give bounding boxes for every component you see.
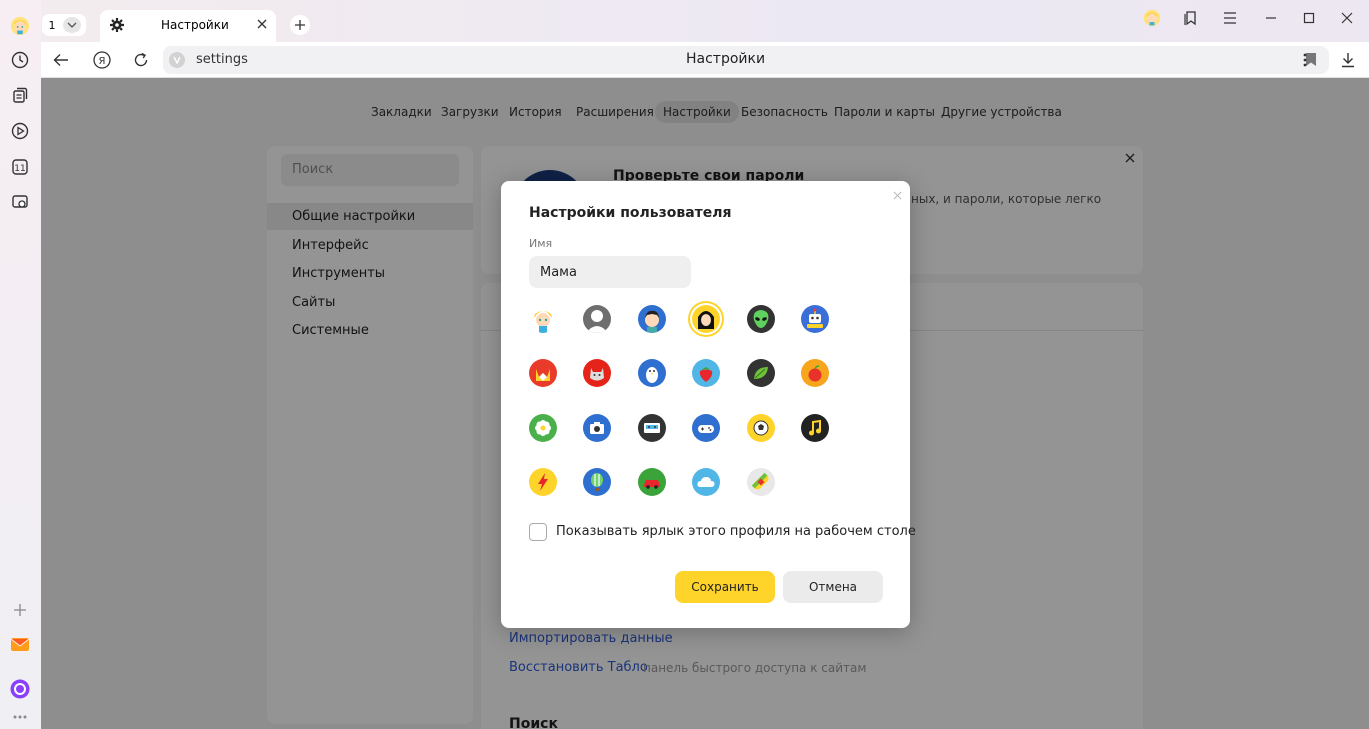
desktop-shortcut-checkbox[interactable] — [529, 523, 547, 541]
menu-icon[interactable] — [1220, 8, 1240, 28]
profile-avatar-icon[interactable] — [10, 16, 30, 36]
alice-assistant-icon[interactable] — [10, 679, 30, 699]
yandex-home-button[interactable]: Я — [92, 50, 112, 70]
history-icon[interactable] — [10, 50, 30, 70]
soccer-ball-avatar[interactable] — [747, 414, 775, 442]
music-note-avatar[interactable] — [801, 414, 829, 442]
close-window-icon[interactable] — [1337, 8, 1357, 28]
penguin-avatar[interactable] — [638, 359, 666, 387]
arrow-left-icon — [53, 54, 68, 66]
woman-avatar[interactable] — [692, 305, 720, 333]
robot-avatar[interactable] — [801, 305, 829, 333]
balloon-avatar[interactable] — [583, 468, 611, 496]
car-avatar[interactable] — [638, 468, 666, 496]
girl-avatar[interactable] — [529, 305, 557, 333]
cat-avatar[interactable] — [583, 359, 611, 387]
tab-settings[interactable]: Настройки — [100, 10, 276, 42]
alien-avatar[interactable] — [747, 305, 775, 333]
browser-sidebar: 11 — [0, 0, 41, 729]
yandex-logo-icon: Я — [93, 51, 111, 69]
close-dialog-icon[interactable] — [893, 189, 902, 204]
profile-icon[interactable] — [1142, 8, 1162, 28]
tab-title: Настройки — [161, 18, 229, 32]
url-text: settings — [196, 52, 248, 67]
svg-text:Я: Я — [99, 56, 106, 67]
name-label: Имя — [529, 237, 553, 250]
fox-avatar[interactable] — [529, 359, 557, 387]
more-dots-icon[interactable] — [10, 707, 30, 727]
cassette-avatar[interactable] — [638, 414, 666, 442]
calendar-icon[interactable]: 11 — [10, 157, 30, 177]
lightning-avatar[interactable] — [529, 468, 557, 496]
bandage-avatar[interactable] — [747, 468, 775, 496]
svg-text:11: 11 — [14, 164, 25, 174]
maximize-icon[interactable] — [1299, 8, 1319, 28]
site-shield-icon[interactable] — [169, 52, 185, 68]
tab-counter[interactable]: 1 — [42, 14, 86, 36]
video-play-icon[interactable] — [10, 121, 30, 141]
cancel-button[interactable]: Отмена — [783, 571, 883, 603]
address-bar[interactable]: settings Настройки — [163, 46, 1329, 74]
back-button[interactable] — [51, 50, 71, 70]
new-tab-button[interactable] — [290, 15, 310, 35]
add-panel-icon[interactable] — [10, 600, 30, 620]
save-button[interactable]: Сохранить — [675, 571, 775, 603]
screenshot-icon[interactable] — [10, 192, 30, 212]
dialog-title: Настройки пользователя — [529, 205, 732, 221]
address-bar-row: Я settings Настройки — [41, 42, 1369, 78]
cloud-avatar[interactable] — [692, 468, 720, 496]
minimize-icon[interactable] — [1261, 8, 1281, 28]
desktop-shortcut-label[interactable]: Показывать ярлык этого профиля на рабоче… — [556, 524, 916, 539]
flower-avatar[interactable] — [529, 414, 557, 442]
strawberry-avatar[interactable] — [692, 359, 720, 387]
close-tab-icon[interactable] — [256, 18, 268, 34]
collections-icon[interactable] — [10, 85, 30, 105]
reload-icon — [134, 52, 148, 67]
mail-icon[interactable] — [10, 634, 30, 654]
bookmarks-panel-icon[interactable] — [1181, 8, 1201, 28]
tab-strip: 1 Настройки — [41, 0, 1369, 42]
more-vertical-icon[interactable] — [1295, 50, 1315, 70]
tab-count: 1 — [48, 18, 56, 32]
downloads-icon[interactable] — [1338, 50, 1358, 70]
default-person-avatar[interactable] — [583, 305, 611, 333]
gamepad-avatar[interactable] — [692, 414, 720, 442]
page-title: Настройки — [686, 51, 766, 67]
chevron-down-icon[interactable] — [63, 17, 81, 33]
camera-avatar[interactable] — [583, 414, 611, 442]
boy-avatar[interactable] — [638, 305, 666, 333]
gear-icon — [109, 17, 125, 37]
user-settings-dialog: Настройки пользователя Имя Мама Показыва… — [501, 181, 916, 628]
reload-button[interactable] — [131, 50, 151, 70]
plus-icon — [295, 20, 305, 30]
name-input[interactable] — [529, 256, 691, 288]
apple-avatar[interactable] — [801, 359, 829, 387]
leaf-avatar[interactable] — [747, 359, 775, 387]
